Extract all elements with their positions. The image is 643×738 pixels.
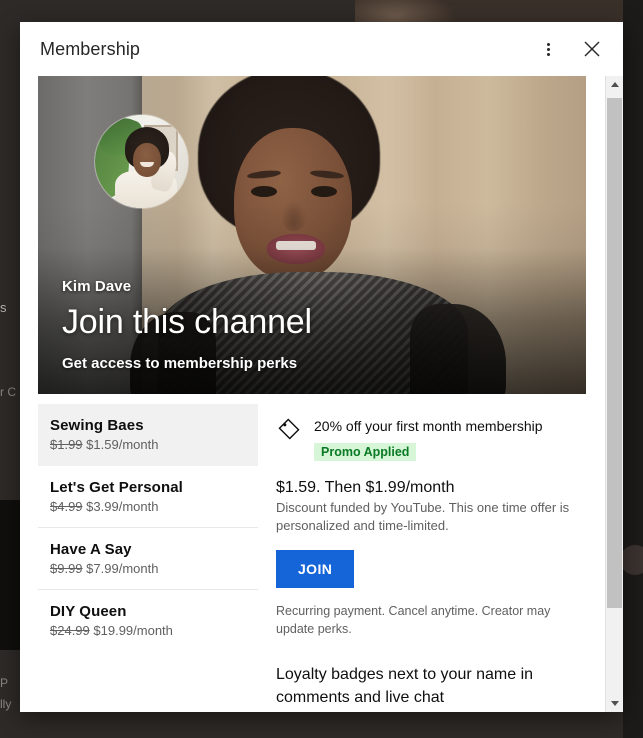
header-actions [531, 22, 609, 76]
background-dark-panel [0, 500, 20, 650]
background-text-b: r C [0, 385, 16, 399]
background-text-d: lly [0, 697, 12, 711]
tier-new-price: $7.99/month [86, 561, 159, 576]
tier-option-diy-queen[interactable]: DIY Queen $24.99 $19.99/month [38, 590, 258, 651]
tier-name: Let's Get Personal [50, 479, 183, 496]
scroll-up-button[interactable] [606, 76, 623, 93]
price-summary: $1.59. Then $1.99/month [276, 478, 455, 496]
tier-old-price: $4.99 [50, 499, 83, 514]
tier-price: $1.99 $1.59/month [50, 437, 242, 452]
promo-headline: 20% off your first month membership [314, 418, 543, 434]
tier-price: $4.99 $3.99/month [50, 499, 242, 514]
background-avatar-circle [620, 545, 643, 575]
tier-option-have-a-say[interactable]: Have A Say $9.99 $7.99/month [38, 528, 258, 590]
recurring-payment-note: Recurring payment. Cancel anytime. Creat… [276, 603, 551, 636]
dialog-header: Membership [20, 22, 623, 76]
tier-old-price: $9.99 [50, 561, 83, 576]
perk-title-loyalty-badges: Loyalty badges next to your name in comm… [276, 666, 534, 706]
tier-old-price: $1.99 [50, 437, 83, 452]
tier-detail-panel: 20% off your first month membership Prom… [258, 404, 605, 712]
tier-price: $9.99 $7.99/month [50, 561, 242, 576]
page-title: Membership [40, 38, 141, 59]
tier-new-price: $19.99/month [93, 623, 173, 638]
channel-hero-banner: Kim Dave Join this channel Get access to… [38, 76, 586, 394]
hero-text-block: Kim Dave Join this channel Get access to… [62, 278, 312, 372]
background-text-c: P [0, 676, 9, 690]
tier-name: Sewing Baes [50, 417, 144, 434]
hero-headline: Join this channel [62, 303, 312, 341]
channel-name: Kim Dave [62, 278, 132, 295]
join-button[interactable]: JOIN [276, 549, 355, 588]
dialog-scroll-area[interactable]: Kim Dave Join this channel Get access to… [20, 76, 623, 712]
tier-option-sewing-baes[interactable]: Sewing Baes $1.99 $1.59/month [38, 404, 258, 466]
promo-row: 20% off your first month membership Prom… [276, 416, 589, 461]
background-text-a: s [0, 300, 7, 315]
chevron-down-icon [610, 701, 619, 706]
close-button[interactable] [575, 32, 609, 66]
tier-new-price: $3.99/month [86, 499, 159, 514]
tier-new-price: $1.59/month [86, 437, 159, 452]
kebab-menu-icon [546, 41, 550, 58]
membership-dialog: Membership Kim Dave Join this channel Ge… [20, 22, 623, 712]
tier-price: $24.99 $19.99/month [50, 623, 242, 638]
chevron-up-icon [610, 82, 619, 87]
background-video-thumbnail [355, 0, 643, 24]
scroll-down-button[interactable] [606, 695, 623, 712]
membership-body: Sewing Baes $1.99 $1.59/month Let's Get … [20, 404, 605, 712]
tier-name: DIY Queen [50, 603, 127, 620]
more-options-button[interactable] [531, 32, 565, 66]
background-right-panel [623, 0, 643, 738]
close-icon [584, 41, 600, 57]
status-badge: Promo Applied [314, 442, 417, 461]
hero-subtitle: Get access to membership perks [62, 355, 298, 372]
vertical-scrollbar[interactable] [605, 76, 623, 712]
scrollbar-thumb[interactable] [607, 98, 622, 608]
tier-old-price: $24.99 [50, 623, 90, 638]
tier-name: Have A Say [50, 541, 132, 558]
tier-list: Sewing Baes $1.99 $1.59/month Let's Get … [20, 404, 258, 712]
price-tag-icon [278, 418, 300, 440]
price-disclaimer: Discount funded by YouTube. This one tim… [276, 499, 570, 534]
promo-texts: 20% off your first month membership Prom… [314, 416, 543, 461]
avatar [95, 115, 188, 208]
dialog-content: Kim Dave Join this channel Get access to… [20, 76, 605, 712]
tier-option-lets-get-personal[interactable]: Let's Get Personal $4.99 $3.99/month [38, 466, 258, 528]
